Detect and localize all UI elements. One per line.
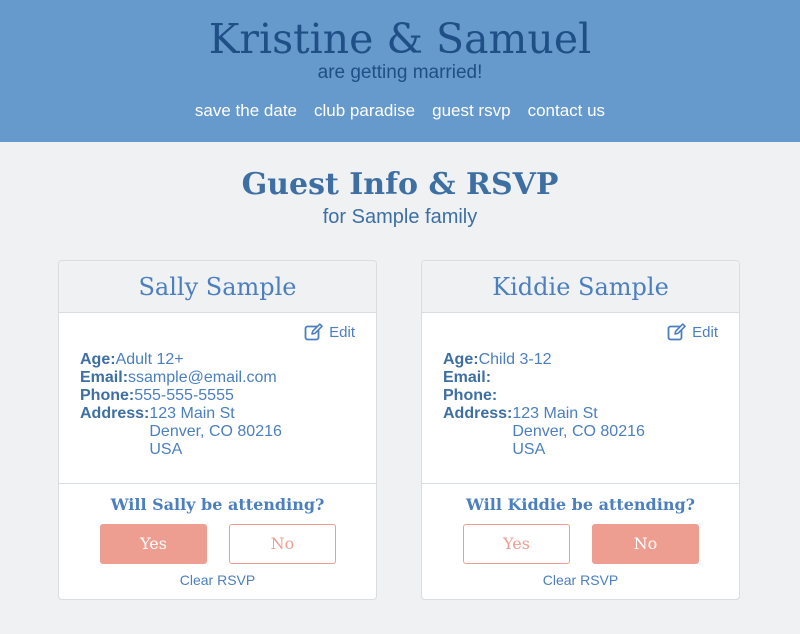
- guest-card-header: Kiddie Sample: [422, 261, 739, 313]
- address-line-3: USA: [512, 441, 546, 458]
- edit-label: Edit: [692, 323, 718, 341]
- site-header: Kristine & Samuel are getting married! s…: [0, 0, 800, 142]
- phone-row: Phone:: [443, 387, 645, 405]
- nav-guest-rsvp[interactable]: guest rsvp: [432, 100, 510, 122]
- edit-button[interactable]: Edit: [667, 323, 718, 341]
- guest-name: Kiddie Sample: [492, 273, 669, 301]
- email-row: Email: ssample@email.com: [80, 369, 282, 387]
- age-value: Adult 12+: [115, 351, 184, 368]
- guest-name: Sally Sample: [138, 273, 297, 301]
- attending-question: Will Sally be attending?: [110, 495, 325, 514]
- age-value: Child 3-12: [478, 351, 552, 368]
- site-title: Kristine & Samuel: [208, 15, 592, 63]
- edit-icon: [667, 323, 686, 341]
- email-label: Email:: [443, 369, 492, 386]
- phone-label: Phone:: [80, 387, 135, 404]
- address-line-2: Denver, CO 80216: [512, 423, 645, 440]
- address-line-1: 123 Main St: [512, 405, 598, 422]
- phone-row: Phone: 555-555-5555: [80, 387, 282, 405]
- no-button[interactable]: No: [592, 524, 699, 564]
- address-label: Address:: [443, 405, 513, 422]
- yes-button[interactable]: Yes: [100, 524, 207, 564]
- edit-label: Edit: [329, 323, 355, 341]
- nav-club-paradise[interactable]: club paradise: [314, 100, 415, 122]
- site-tagline: are getting married!: [317, 62, 483, 83]
- clear-rsvp-link[interactable]: Clear RSVP: [59, 571, 376, 589]
- address-line-3: USA: [149, 441, 183, 458]
- nav-save-the-date[interactable]: save the date: [195, 100, 297, 122]
- yes-button[interactable]: Yes: [463, 524, 570, 564]
- age-row: Age: Adult 12+: [80, 351, 282, 369]
- address-row: Address: 123 Main St Denver, CO 80216 US…: [80, 405, 282, 459]
- guest-info: Age: Adult 12+ Email: ssample@email.com …: [80, 351, 282, 459]
- card-divider: [422, 483, 739, 484]
- no-button[interactable]: No: [229, 524, 336, 564]
- clear-rsvp-link[interactable]: Clear RSVP: [422, 571, 739, 589]
- age-label: Age:: [443, 351, 479, 368]
- guest-card: Sally Sample Edit Age: Adult 12+ Email: …: [58, 260, 377, 600]
- phone-value: 555-555-5555: [134, 387, 234, 404]
- edit-icon: [304, 323, 323, 341]
- address-line-2: Denver, CO 80216: [149, 423, 282, 440]
- nav-contact-us[interactable]: contact us: [528, 100, 606, 122]
- page-title: Guest Info & RSVP: [241, 167, 559, 202]
- address-line-1: 123 Main St: [149, 405, 235, 422]
- card-divider: [59, 483, 376, 484]
- address-value: 123 Main St Denver, CO 80216 USA: [149, 405, 282, 459]
- phone-label: Phone:: [443, 387, 498, 404]
- edit-button[interactable]: Edit: [304, 323, 355, 341]
- main-nav: save the date club paradise guest rsvp c…: [0, 100, 800, 122]
- email-row: Email:: [443, 369, 645, 387]
- guest-info: Age: Child 3-12 Email: Phone: Address: 1…: [443, 351, 645, 459]
- email-label: Email:: [80, 369, 129, 386]
- address-label: Address:: [80, 405, 150, 422]
- address-value: 123 Main St Denver, CO 80216 USA: [512, 405, 645, 459]
- age-row: Age: Child 3-12: [443, 351, 645, 369]
- age-label: Age:: [80, 351, 116, 368]
- guest-card-header: Sally Sample: [59, 261, 376, 313]
- address-row: Address: 123 Main St Denver, CO 80216 US…: [443, 405, 645, 459]
- email-value: ssample@email.com: [128, 369, 277, 386]
- guest-card: Kiddie Sample Edit Age: Child 3-12 Email…: [421, 260, 740, 600]
- attending-question: Will Kiddie be attending?: [465, 495, 696, 514]
- page-subtitle: for Sample family: [322, 206, 478, 228]
